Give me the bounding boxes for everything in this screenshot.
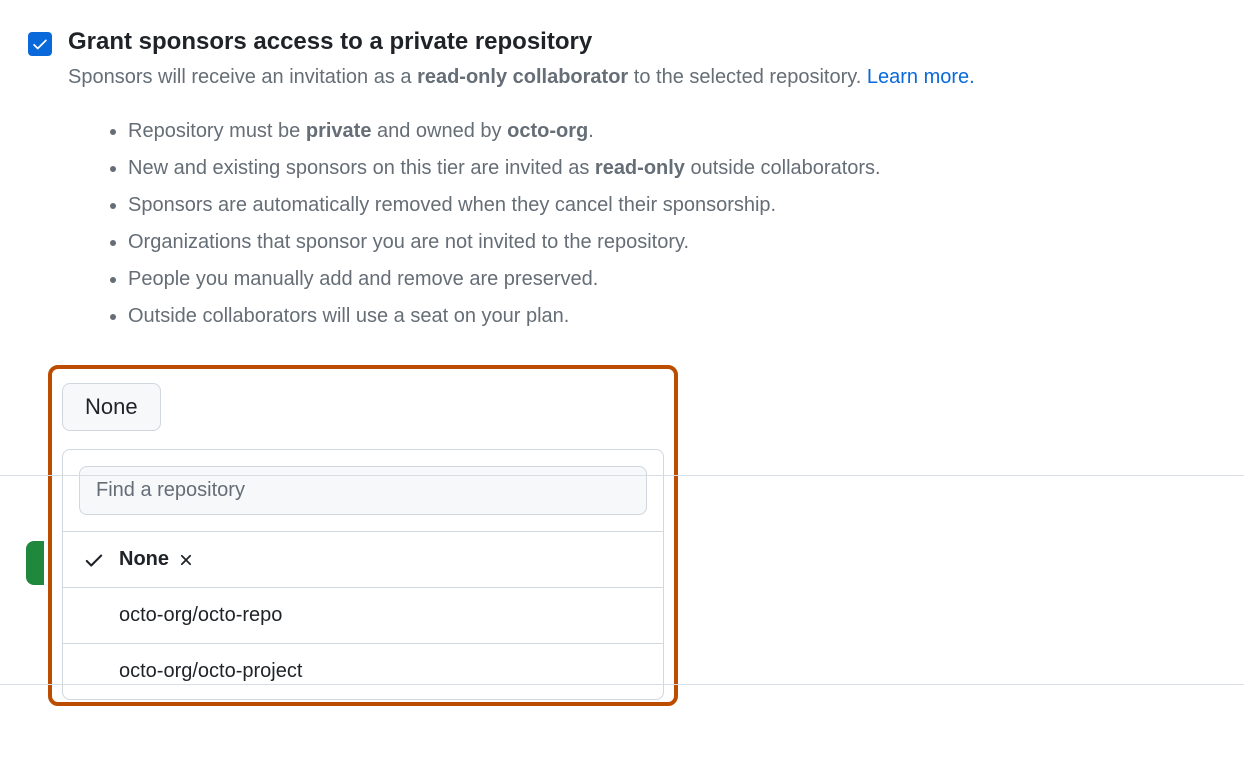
repository-dropdown: None octo-org/octo-repo octo-org/octo-pr… bbox=[62, 449, 664, 700]
check-icon bbox=[83, 549, 105, 571]
divider bbox=[0, 475, 1244, 476]
list-item: Sponsors are automatically removed when … bbox=[128, 187, 1216, 224]
option-title: Grant sponsors access to a private repos… bbox=[68, 28, 1216, 56]
list-item: Organizations that sponsor you are not i… bbox=[128, 224, 1216, 261]
learn-more-link[interactable]: Learn more. bbox=[867, 66, 975, 88]
option-description: Sponsors will receive an invitation as a… bbox=[68, 62, 1216, 93]
check-icon bbox=[31, 35, 49, 53]
list-item: Repository must be private and owned by … bbox=[128, 113, 1216, 150]
dropdown-item-repo[interactable]: octo-org/octo-repo bbox=[63, 587, 663, 643]
list-item: People you manually add and remove are p… bbox=[128, 261, 1216, 298]
list-item: New and existing sponsors on this tier a… bbox=[128, 150, 1216, 187]
repository-picker-highlight: None None octo-org/octo-repo octo-org/oc… bbox=[48, 365, 678, 706]
dropdown-item-label: None bbox=[119, 548, 169, 571]
dropdown-item-repo[interactable]: octo-org/octo-project bbox=[63, 643, 663, 699]
dropdown-item-none[interactable]: None bbox=[63, 531, 663, 587]
dropdown-item-label: octo-org/octo-repo bbox=[119, 604, 282, 627]
repository-search-input[interactable] bbox=[79, 466, 647, 515]
divider bbox=[0, 684, 1244, 685]
list-item: Outside collaborators will use a seat on… bbox=[128, 298, 1216, 335]
repository-select-button[interactable]: None bbox=[62, 383, 161, 431]
dropdown-item-label: octo-org/octo-project bbox=[119, 660, 302, 683]
grant-access-checkbox[interactable] bbox=[28, 32, 52, 56]
close-icon[interactable] bbox=[177, 551, 195, 569]
save-button-edge[interactable] bbox=[26, 541, 44, 585]
requirements-list: Repository must be private and owned by … bbox=[128, 113, 1216, 335]
